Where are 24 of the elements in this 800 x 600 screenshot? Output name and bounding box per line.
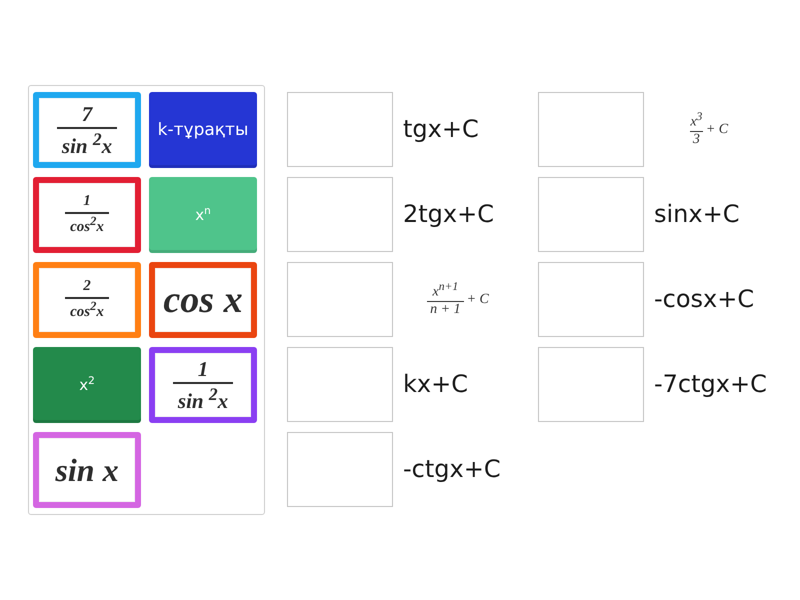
prompt-text: -7ctgx+C (654, 370, 767, 399)
answer-tile[interactable]: sin x (33, 432, 141, 508)
drop-zone[interactable] (538, 177, 644, 252)
drop-zone[interactable] (287, 432, 393, 507)
prompt-text: sinx+C (654, 200, 740, 229)
prompt-text: tgx+C (403, 115, 479, 144)
answer-tile[interactable]: cos x (149, 262, 257, 338)
prompt-text: 2tgx+C (403, 200, 494, 229)
answer-tile[interactable]: 1 cos$^{2}$x (33, 177, 141, 253)
drop-zone[interactable] (287, 347, 393, 422)
drop-zone[interactable] (287, 262, 393, 337)
drop-zone[interactable] (538, 347, 644, 422)
answer-tile[interactable]: 1 sin $^{2}$x (149, 347, 257, 423)
prompt-text: -ctgx+C (403, 455, 501, 484)
drop-zone[interactable] (538, 92, 644, 167)
answer-tile[interactable]: k-тұрақты (149, 92, 257, 168)
prompt-text: -cosx+C (654, 285, 754, 314)
prompt-text: kx+C (403, 370, 468, 399)
drop-zone[interactable] (287, 92, 393, 167)
answer-tile[interactable]: 2 cos$^{2}$x (33, 262, 141, 338)
drop-zone[interactable] (287, 177, 393, 252)
drop-zone[interactable] (538, 262, 644, 337)
answer-tile[interactable]: 7 sin $^{2}$x (33, 92, 141, 168)
answer-tile[interactable]: x$^{2}$ (33, 347, 141, 423)
